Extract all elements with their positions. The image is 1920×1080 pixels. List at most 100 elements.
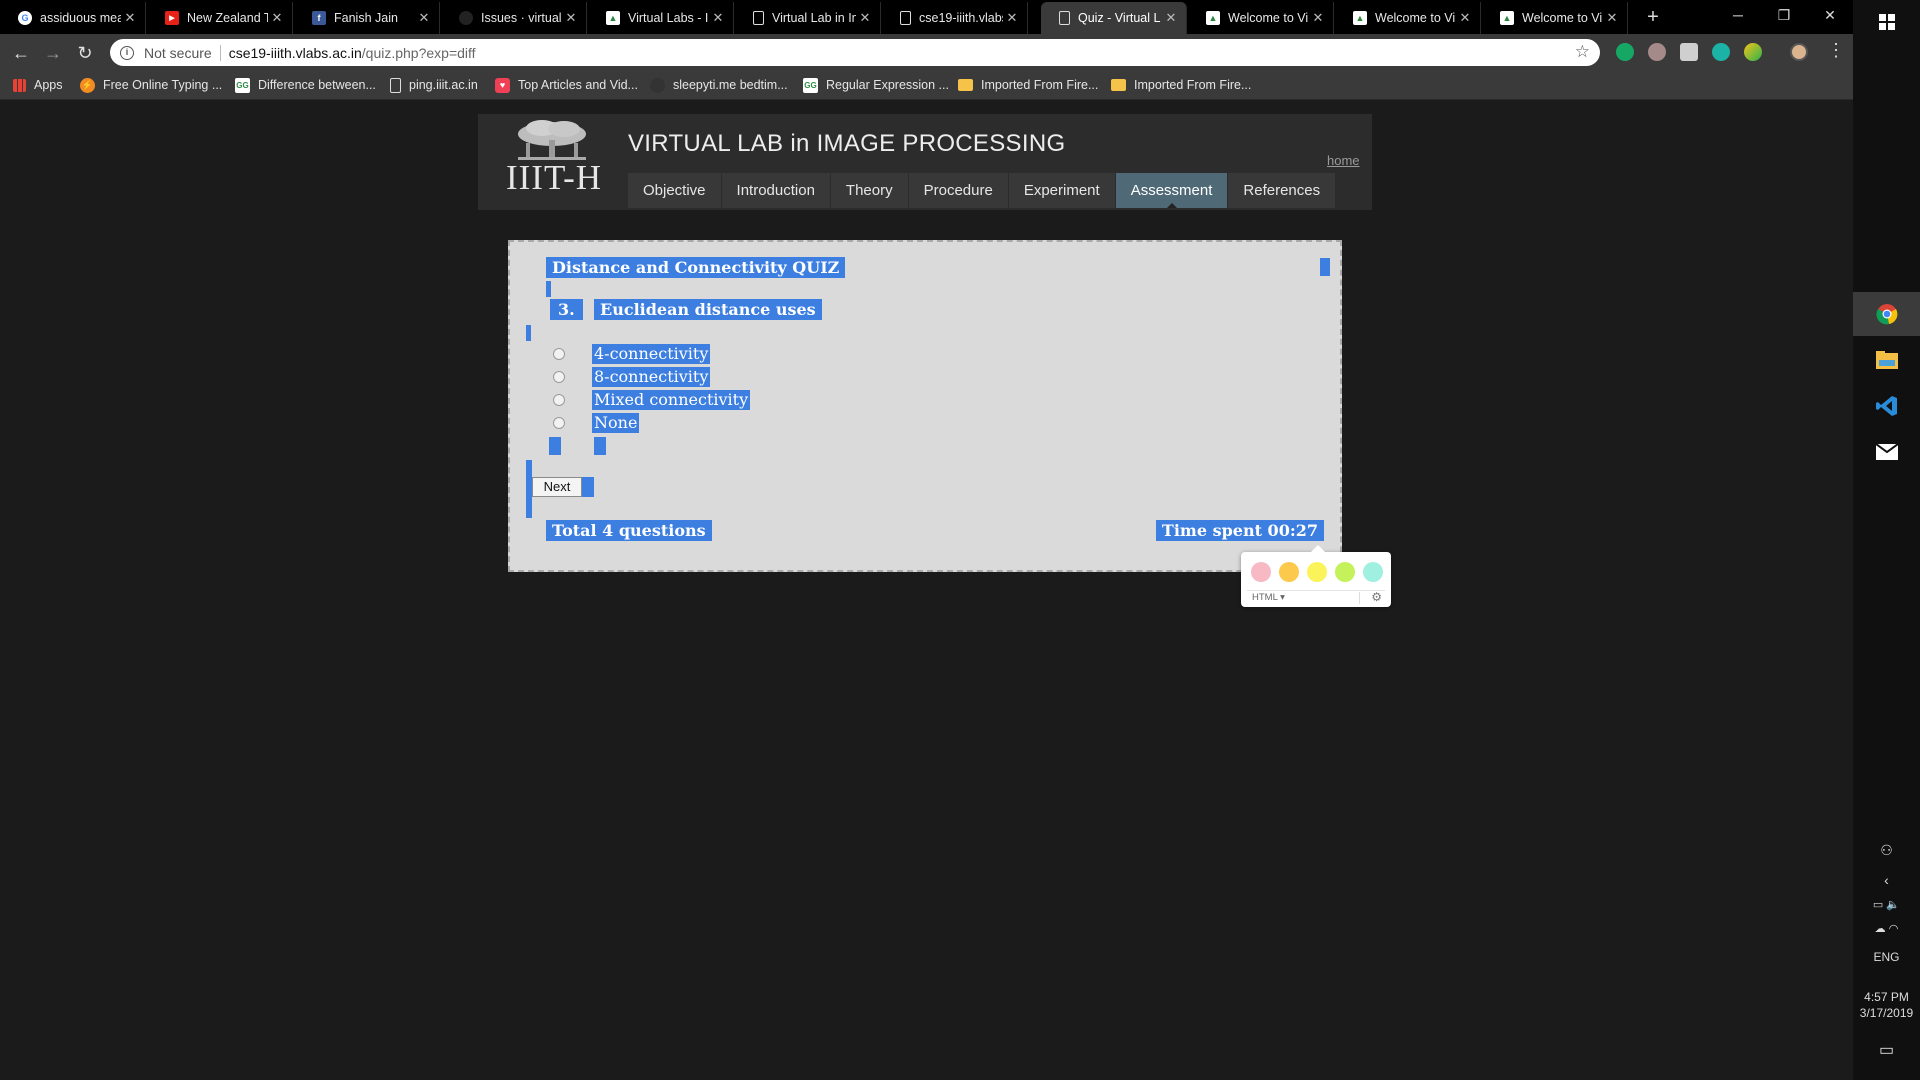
home-link[interactable]: home: [1327, 153, 1360, 168]
option-radio[interactable]: [553, 348, 565, 360]
bookmark-star-icon[interactable]: ☆: [1575, 42, 1590, 62]
reload-button[interactable]: ↻: [72, 40, 98, 66]
close-icon[interactable]: ✕: [415, 10, 433, 26]
m-extension-icon[interactable]: [1712, 43, 1730, 61]
yellow-swatch[interactable]: [1307, 562, 1327, 582]
windows-start-icon[interactable]: [1853, 0, 1920, 44]
tab[interactable]: f Fanish Jain ✕: [294, 2, 440, 34]
language-indicator[interactable]: ENG: [1853, 950, 1920, 964]
tab[interactable]: ▲ Welcome to Vir ✕: [1482, 2, 1628, 34]
address-bar[interactable]: i Not secure cse19-iiith.vlabs.ac.in /qu…: [110, 39, 1600, 66]
bookmark-item[interactable]: ping.iiit.ac.in: [390, 76, 478, 94]
folder-icon: [1111, 79, 1126, 91]
close-icon[interactable]: ✕: [856, 10, 874, 26]
gear-icon[interactable]: ⚙: [1371, 590, 1382, 604]
nav-experiment[interactable]: Experiment: [1009, 173, 1116, 208]
more-menu-icon[interactable]: ⋮: [1826, 40, 1846, 61]
bookmark-item[interactable]: Imported From Fire...: [1111, 76, 1251, 94]
github-icon: [459, 11, 473, 25]
tab[interactable]: ▲ Virtual Labs - III ✕: [588, 2, 734, 34]
extension-icon[interactable]: [1648, 43, 1666, 61]
nav-theory[interactable]: Theory: [831, 173, 909, 208]
back-button[interactable]: ←: [8, 40, 34, 66]
battery-volume-icon[interactable]: ▭ 🔈: [1853, 898, 1920, 911]
teal-swatch[interactable]: [1363, 562, 1383, 582]
tab[interactable]: cse19-iiith.vlabs ✕: [882, 2, 1028, 34]
question-number: 3.: [550, 299, 583, 320]
close-icon[interactable]: ✕: [268, 10, 286, 26]
close-icon[interactable]: ✕: [1003, 10, 1021, 26]
clock-date[interactable]: 3/17/2019: [1853, 1006, 1920, 1020]
minimize-button[interactable]: ─: [1715, 0, 1761, 30]
tab[interactable]: G assiduous mean ✕: [0, 2, 146, 34]
close-icon[interactable]: ✕: [121, 10, 139, 26]
page-content: IIIT-H VIRTUAL LAB in IMAGE PROCESSING h…: [0, 101, 1853, 1080]
chrome-icon[interactable]: [1853, 292, 1920, 336]
close-icon[interactable]: ✕: [1456, 10, 1474, 26]
video-extension-icon[interactable]: [1680, 43, 1698, 61]
grammarly-extension-icon[interactable]: [1616, 43, 1634, 61]
bookmark-item[interactable]: ♥ Top Articles and Vid...: [495, 76, 638, 94]
close-window-button[interactable]: ✕: [1807, 0, 1853, 30]
close-icon[interactable]: ✕: [1309, 10, 1327, 26]
tab[interactable]: ▲ Welcome to Vir ✕: [1335, 2, 1481, 34]
option-radio[interactable]: [553, 371, 565, 383]
restore-button[interactable]: ❐: [1761, 0, 1807, 30]
format-dropdown[interactable]: HTML ▾: [1252, 592, 1285, 603]
next-button[interactable]: Next: [532, 477, 582, 497]
bookmark-item[interactable]: Imported From Fire...: [958, 76, 1098, 94]
bookmark-item[interactable]: sleepyti.me bedtim...: [650, 76, 788, 94]
vscode-icon[interactable]: [1853, 384, 1920, 428]
forward-button[interactable]: →: [40, 40, 66, 66]
tab[interactable]: ▲ Welcome to Vir ✕: [1188, 2, 1334, 34]
people-icon[interactable]: ⚇: [1853, 842, 1920, 859]
option-radio[interactable]: [553, 417, 565, 429]
google-icon: G: [18, 11, 32, 25]
bookmark-apps[interactable]: Apps: [13, 76, 63, 94]
new-tab-button[interactable]: +: [1640, 4, 1666, 30]
url-host: cse19-iiith.vlabs.ac.in: [228, 44, 362, 61]
tab[interactable]: Virtual Lab in Im ✕: [735, 2, 881, 34]
youtube-icon: ▶: [165, 11, 179, 25]
notifications-icon[interactable]: ▭: [1853, 1040, 1920, 1060]
url-path: /quiz.php?exp=diff: [361, 44, 476, 61]
close-icon[interactable]: ✕: [709, 10, 727, 26]
bookmark-item[interactable]: GG Difference between...: [235, 76, 376, 94]
pink-swatch[interactable]: [1251, 562, 1271, 582]
nav-objective[interactable]: Objective: [628, 173, 722, 208]
mail-icon[interactable]: [1853, 430, 1920, 474]
chevron-down-icon: ▾: [1280, 592, 1285, 603]
time-spent: Time spent 00:27: [1155, 520, 1324, 541]
highlighter-extension-icon[interactable]: [1744, 43, 1762, 61]
nav-procedure[interactable]: Procedure: [909, 173, 1009, 208]
option-label[interactable]: 4-connectivity: [592, 344, 711, 364]
bookmark-item[interactable]: GG Regular Expression ...: [803, 76, 949, 94]
chevron-left-icon[interactable]: ‹: [1853, 872, 1920, 888]
tab-title: Quiz - Virtual L: [1078, 11, 1161, 25]
nav-assessment[interactable]: Assessment: [1115, 173, 1229, 208]
bookmark-item[interactable]: ⚡ Free Online Typing ...: [80, 76, 222, 94]
info-icon[interactable]: i: [120, 45, 134, 60]
close-icon[interactable]: ✕: [562, 10, 580, 26]
orange-swatch[interactable]: [1279, 562, 1299, 582]
network-icon[interactable]: ☁ ◠: [1853, 922, 1920, 935]
option-label[interactable]: Mixed connectivity: [592, 390, 751, 410]
tab[interactable]: ▶ New Zealand Te ✕: [147, 2, 293, 34]
tab-title: Virtual Lab in Im: [772, 11, 856, 25]
green-swatch[interactable]: [1335, 562, 1355, 582]
nav-introduction[interactable]: Introduction: [722, 173, 831, 208]
tab-active[interactable]: Quiz - Virtual L ✕: [1041, 2, 1187, 34]
option-label[interactable]: None: [592, 413, 640, 433]
close-icon[interactable]: ✕: [1162, 10, 1180, 26]
close-icon[interactable]: ✕: [1603, 10, 1621, 26]
clock-time[interactable]: 4:57 PM: [1853, 990, 1920, 1004]
option-radio[interactable]: [553, 394, 565, 406]
profile-avatar[interactable]: [1790, 43, 1808, 61]
tab-title: Issues · virtual-l: [481, 11, 562, 25]
file-explorer-icon[interactable]: [1853, 338, 1920, 382]
option-label[interactable]: 8-connectivity: [592, 367, 711, 387]
tab[interactable]: Issues · virtual-l ✕: [441, 2, 587, 34]
selection-marker: [546, 281, 551, 297]
nav-references[interactable]: References: [1228, 173, 1337, 208]
selection-marker: [594, 437, 606, 455]
